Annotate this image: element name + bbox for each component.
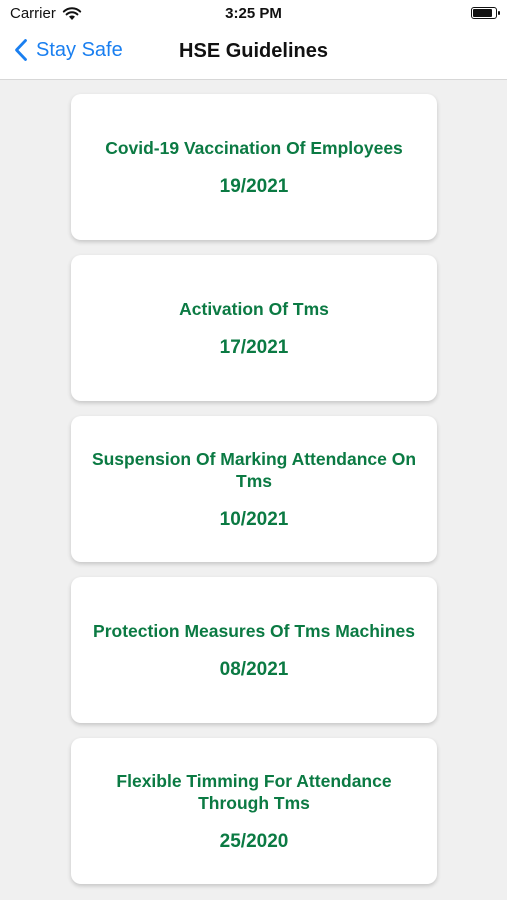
battery-icon xyxy=(471,7,500,19)
status-bar: Carrier 3:25 PM xyxy=(0,0,507,28)
guidelines-list: Covid-19 Vaccination Of Employees 19/202… xyxy=(71,94,437,899)
guideline-title: Activation Of Tms xyxy=(179,298,329,319)
guideline-card[interactable]: Activation Of Tms 17/2021 xyxy=(71,255,437,401)
guideline-title: Covid-19 Vaccination Of Employees xyxy=(105,137,403,158)
guideline-card[interactable]: Suspension Of Marking Attendance On Tms … xyxy=(71,416,437,562)
guideline-card[interactable]: Covid-19 Vaccination Of Employees 19/202… xyxy=(71,94,437,240)
status-time: 3:25 PM xyxy=(225,5,282,22)
battery-level xyxy=(473,9,492,17)
guideline-number: 10/2021 xyxy=(219,508,289,530)
guideline-title: Suspension Of Marking Attendance On Tms xyxy=(91,448,417,491)
guideline-title: Protection Measures Of Tms Machines xyxy=(93,620,415,641)
navigation-bar: Stay Safe HSE Guidelines xyxy=(0,28,507,80)
guideline-number: 08/2021 xyxy=(219,658,289,680)
page-title: HSE Guidelines xyxy=(179,40,328,62)
guideline-number: 19/2021 xyxy=(219,175,289,197)
guideline-card[interactable]: Flexible Timming For Attendance Through … xyxy=(71,738,437,884)
guideline-card[interactable]: Protection Measures Of Tms Machines 08/2… xyxy=(71,577,437,723)
guideline-title: Flexible Timming For Attendance Through … xyxy=(116,770,392,813)
guideline-number: 25/2020 xyxy=(219,830,289,852)
guideline-number: 17/2021 xyxy=(219,336,289,358)
